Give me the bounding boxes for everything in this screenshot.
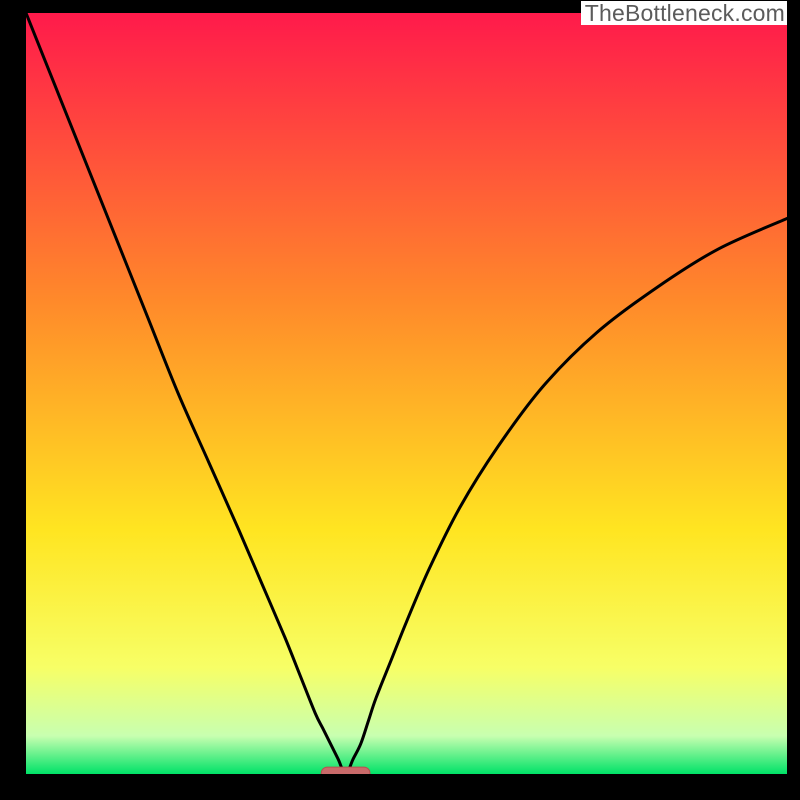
gradient-background	[26, 13, 787, 774]
attribution-label: TheBottleneck.com	[581, 1, 787, 25]
plot-area: TheBottleneck.com	[26, 13, 787, 774]
chart-frame: TheBottleneck.com	[13, 13, 787, 787]
optimal-point-marker	[321, 767, 370, 774]
bottleneck-chart	[26, 13, 787, 774]
